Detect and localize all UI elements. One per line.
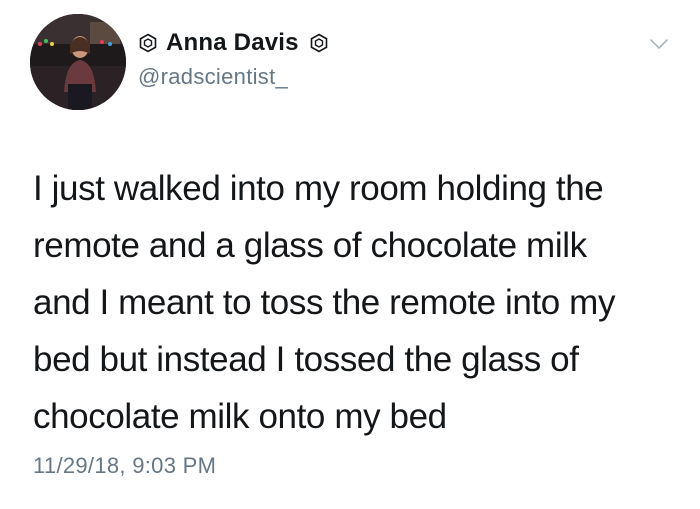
avatar[interactable] [30, 14, 126, 110]
tweet-text-line: remote and a glass of chocolate milk [33, 226, 587, 265]
tweet-card: Anna Davis @radscientist_ I just walked … [0, 0, 700, 509]
tweet-text-line: chocolate milk onto my bed [33, 397, 447, 436]
tweet-text-line: and I meant to toss the remote into my [33, 283, 616, 322]
author-handle[interactable]: @radscientist_ [138, 64, 329, 90]
author-name-row[interactable]: Anna Davis [138, 26, 329, 60]
tweet-text-line: I just walked into my room holding the [33, 169, 604, 208]
author-display-name[interactable]: Anna Davis [166, 29, 299, 57]
tweet-timestamp[interactable]: 11/29/18, 9:03 PM [33, 453, 216, 479]
hexagon-badge-icon [138, 33, 158, 53]
tweet-text-line: bed but instead I tossed the glass of [33, 340, 579, 379]
chevron-down-icon[interactable] [648, 36, 670, 52]
tweet-header: Anna Davis @radscientist_ [138, 26, 329, 90]
tweet-text: I just walked into my room holding the r… [33, 160, 673, 445]
hexagon-badge-icon [309, 33, 329, 53]
